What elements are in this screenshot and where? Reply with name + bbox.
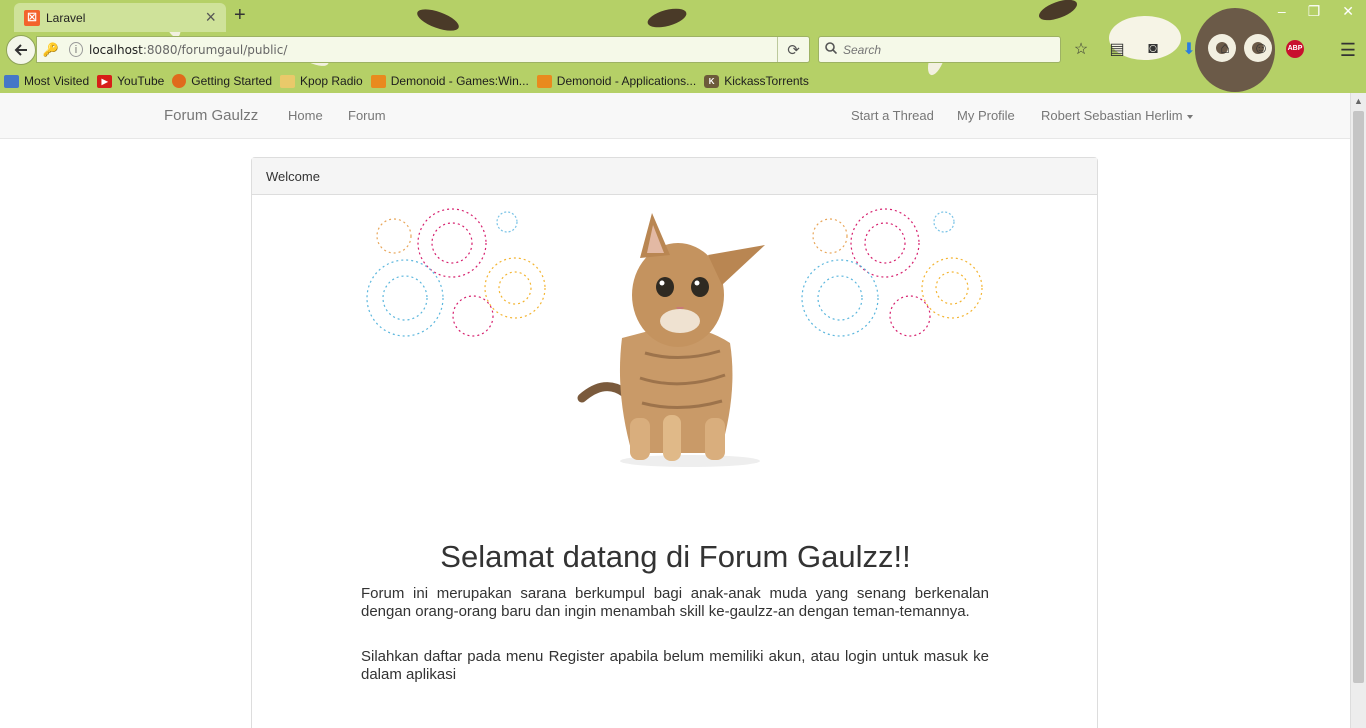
bookmark-kpop-radio[interactable]: Kpop Radio xyxy=(280,74,363,88)
info-icon[interactable]: i xyxy=(69,42,83,57)
maximize-icon[interactable]: ❐ xyxy=(1308,3,1321,20)
site-navbar: Forum Gaulzz Home Forum Start a Thread M… xyxy=(0,93,1350,139)
bookmark-label: YouTube xyxy=(117,74,165,88)
url-host: localhost xyxy=(89,42,143,57)
bookmark-label: Getting Started xyxy=(191,74,273,88)
welcome-title: Selamat datang di Forum Gaulzz!! xyxy=(440,539,911,574)
most-visited-icon xyxy=(4,74,19,88)
back-arrow-icon xyxy=(14,44,27,56)
register-paragraph: Silahkan daftar pada menu Register apabi… xyxy=(361,648,989,683)
page-viewport: Forum Gaulzz Home Forum Start a Thread M… xyxy=(0,93,1350,728)
fireworks-right xyxy=(801,208,983,337)
bookmark-demonoid-games[interactable]: Demonoid - Games:Win... xyxy=(370,74,529,88)
adblock-plus-icon[interactable]: ABP xyxy=(1286,40,1304,58)
nav-home[interactable]: Home xyxy=(288,108,323,123)
search-input[interactable] xyxy=(843,42,1043,57)
back-button[interactable] xyxy=(6,35,36,65)
firefox-icon xyxy=(172,74,187,88)
intro-paragraph: Forum ini merupakan sarana berkumpul bag… xyxy=(361,585,989,620)
nav-my-profile[interactable]: My Profile xyxy=(957,108,1015,123)
bookmark-label: Kpop Radio xyxy=(300,74,363,88)
search-icon xyxy=(825,42,838,57)
new-tab-icon[interactable]: + xyxy=(234,5,246,25)
scroll-thumb[interactable] xyxy=(1353,111,1364,683)
tab-laravel[interactable]: ☒ Laravel × xyxy=(14,3,226,32)
bookmark-star-icon[interactable]: ☆ xyxy=(1070,38,1092,60)
bookmark-label: Most Visited xyxy=(24,74,90,88)
bookmark-label: KickassTorrents xyxy=(724,74,809,88)
page-scrollbar[interactable]: ▲ xyxy=(1350,93,1366,728)
bookmark-getting-started[interactable]: Getting Started xyxy=(172,74,272,88)
panel-heading: Welcome xyxy=(252,158,1097,195)
reload-icon[interactable]: ⟳ xyxy=(777,37,809,62)
bookmarks-toolbar: Most Visited ▶ YouTube Getting Started Kp… xyxy=(0,70,1366,92)
bookmark-youtube[interactable]: ▶ YouTube xyxy=(97,74,164,88)
hamburger-menu-icon[interactable]: ☰ xyxy=(1340,40,1356,61)
downloads-icon[interactable]: ⬇ xyxy=(1178,38,1200,60)
window-close-icon[interactable]: ✕ xyxy=(1342,3,1354,20)
bookmark-most-visited[interactable]: Most Visited xyxy=(4,74,89,88)
user-name: Robert Sebastian Herlim xyxy=(1041,108,1183,123)
browser-toolbar: 🔑 i localhost:8080/forumgaul/public/ ⟳ ☆… xyxy=(0,32,1366,68)
key-icon[interactable]: 🔑 xyxy=(37,42,65,58)
welcome-panel: Welcome Selamat datang di Forum Gaulzz!!… xyxy=(251,157,1098,728)
bookmark-label: Demonoid - Games:Win... xyxy=(390,74,529,88)
caret-down-icon xyxy=(1186,114,1193,119)
nav-forum[interactable]: Forum xyxy=(348,108,386,123)
sync-icon[interactable]: ☺ xyxy=(1250,38,1272,60)
nav-start-thread[interactable]: Start a Thread xyxy=(851,108,934,123)
url-text[interactable]: localhost:8080/forumgaul/public/ xyxy=(89,43,287,57)
bookmarks-menu-icon[interactable]: ▤ xyxy=(1106,38,1128,60)
tab-title: Laravel xyxy=(46,10,86,25)
site-brand[interactable]: Forum Gaulzz xyxy=(164,107,258,124)
kickass-icon: K xyxy=(704,74,720,88)
bookmark-demonoid-apps[interactable]: Demonoid - Applications... xyxy=(536,74,697,88)
toolbar-icons: ☆ ▤ ◙ ⬇ ⌂ ☺ ABP xyxy=(1070,38,1304,60)
url-bar[interactable]: 🔑 i localhost:8080/forumgaul/public/ ⟳ xyxy=(36,36,810,63)
pocket-icon[interactable]: ◙ xyxy=(1142,38,1164,60)
rss-icon xyxy=(370,74,386,88)
kitten-fireworks-image xyxy=(366,208,983,467)
rss-icon xyxy=(536,74,552,88)
bookmark-kickasstorrents[interactable]: K KickassTorrents xyxy=(704,74,809,88)
kitten xyxy=(577,213,765,467)
scroll-up-arrow-icon[interactable]: ▲ xyxy=(1354,96,1363,106)
window-controls: – ❐ ✕ xyxy=(1278,3,1354,20)
tab-strip: ☒ Laravel × + – ❐ ✕ xyxy=(0,0,1366,32)
minimize-icon[interactable]: – xyxy=(1278,3,1286,20)
fireworks-left xyxy=(366,208,546,337)
search-bar[interactable] xyxy=(818,36,1061,63)
folder-icon xyxy=(280,74,296,88)
home-icon[interactable]: ⌂ xyxy=(1214,38,1236,60)
bookmark-label: Demonoid - Applications... xyxy=(556,74,697,88)
youtube-icon: ▶ xyxy=(97,74,113,88)
xampp-icon: ☒ xyxy=(24,9,40,26)
browser-chrome: ☒ Laravel × + – ❐ ✕ 🔑 i localhost:8080/f… xyxy=(0,0,1366,93)
user-dropdown[interactable]: Robert Sebastian Herlim xyxy=(1041,108,1193,123)
panel-body: Selamat datang di Forum Gaulzz!! Forum i… xyxy=(252,195,1097,728)
close-icon[interactable]: × xyxy=(205,8,216,26)
url-path: :8080/forumgaul/public/ xyxy=(142,42,288,57)
